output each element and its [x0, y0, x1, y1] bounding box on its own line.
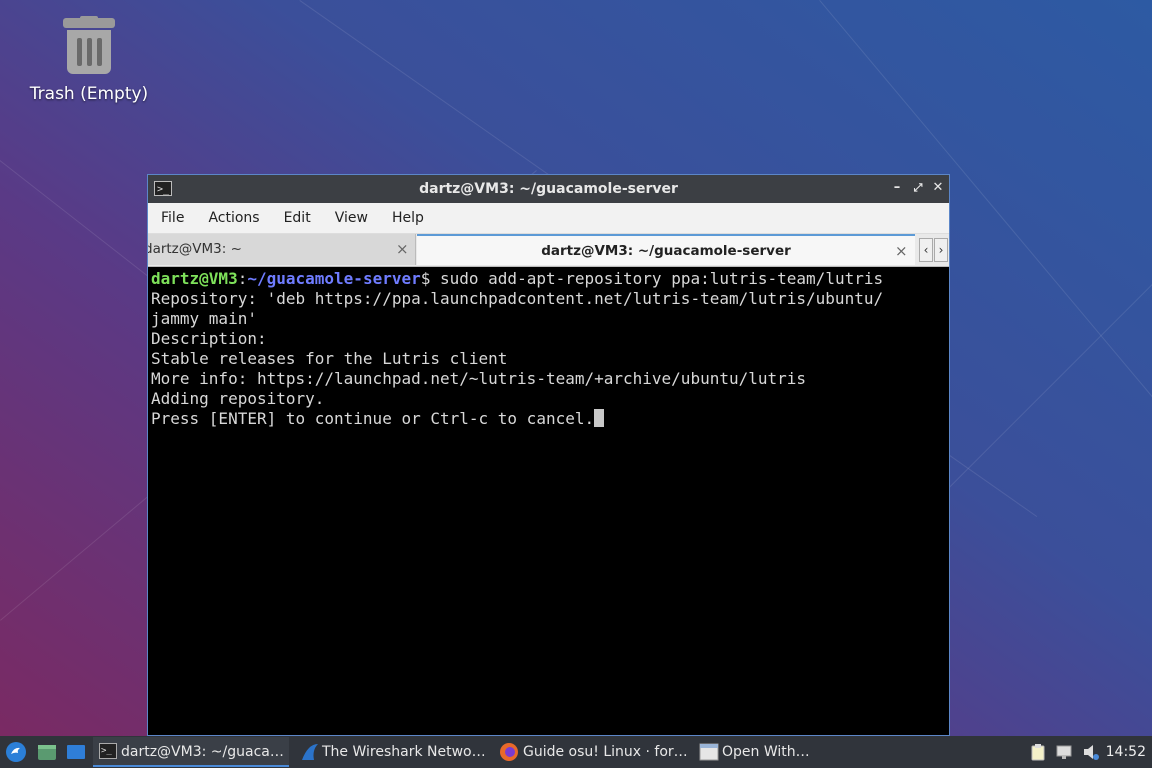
window-icon: [699, 743, 719, 761]
tab-bar: dartz@VM3: ~ × dartz@VM3: ~/guacamole-se…: [148, 234, 949, 267]
output-line: jammy main': [151, 309, 257, 328]
trash-label: Trash (Empty): [29, 84, 149, 104]
taskbar-task-terminal[interactable]: >_ dartz@VM3: ~/guaca…: [93, 737, 289, 767]
task-label: Guide osu! Linux · for…: [523, 744, 688, 760]
minimize-icon[interactable]: –: [889, 180, 905, 196]
tab-guacamole-server[interactable]: dartz@VM3: ~/guacamole-server ×: [417, 234, 915, 265]
taskbar-task-firefox[interactable]: Guide osu! Linux · for…: [496, 737, 692, 767]
command-text: sudo add-apt-repository ppa:lutris-team/…: [440, 269, 884, 288]
output-line: Description:: [151, 329, 267, 348]
close-icon[interactable]: ✕: [930, 180, 946, 196]
tab-scroll-right-icon[interactable]: ›: [934, 238, 948, 262]
prompt-path: ~/guacamole-server: [247, 269, 421, 288]
terminal-cursor: [594, 409, 605, 427]
app-menu-icon[interactable]: [5, 741, 27, 763]
tab-close-icon[interactable]: ×: [895, 236, 908, 266]
output-line: Press [ENTER] to continue or Ctrl-c to c…: [151, 409, 595, 428]
menubar: File Actions Edit View Help: [148, 203, 949, 234]
task-label: The Wireshark Netwo…: [322, 744, 486, 760]
desktop-trash[interactable]: Trash (Empty): [28, 16, 150, 104]
network-icon[interactable]: [1055, 743, 1073, 761]
clipboard-icon[interactable]: [1029, 743, 1047, 761]
clock[interactable]: 14:52: [1106, 736, 1146, 768]
window-title: dartz@VM3: ~/guacamole-server: [419, 181, 678, 197]
window-titlebar[interactable]: >_ dartz@VM3: ~/guacamole-server – ⤢ ✕: [148, 175, 949, 203]
firefox-icon: [500, 743, 518, 761]
tab-label: dartz@VM3: ~/guacamole-server: [541, 243, 791, 259]
terminal-window: >_ dartz@VM3: ~/guacamole-server – ⤢ ✕ F…: [147, 174, 950, 736]
file-manager-icon[interactable]: [36, 741, 58, 763]
maximize-icon[interactable]: ⤢: [910, 180, 926, 196]
terminal-icon: >_: [99, 743, 117, 759]
output-line: Adding repository.: [151, 389, 325, 408]
wireshark-icon: [302, 744, 318, 760]
taskbar: >_ dartz@VM3: ~/guaca… The Wireshark Net…: [0, 736, 1152, 768]
prompt-dollar: $: [420, 269, 440, 288]
tab-label: dartz@VM3: ~: [148, 241, 242, 257]
tab-scroll-left-icon[interactable]: ‹: [919, 238, 933, 262]
taskbar-task-wireshark[interactable]: The Wireshark Netwo…: [296, 737, 492, 767]
task-label: dartz@VM3: ~/guaca…: [121, 744, 284, 760]
show-desktop-icon[interactable]: [65, 741, 87, 763]
task-label: Open With…: [722, 744, 810, 760]
output-line: Repository: 'deb https://ppa.launchpadco…: [151, 289, 884, 308]
prompt-user: dartz@VM3: [151, 269, 238, 288]
menu-help[interactable]: Help: [381, 203, 435, 233]
menu-edit[interactable]: Edit: [273, 203, 322, 233]
output-line: More info: https://launchpad.net/~lutris…: [151, 369, 807, 388]
menu-file[interactable]: File: [150, 203, 195, 233]
menu-view[interactable]: View: [324, 203, 379, 233]
taskbar-task-open-with[interactable]: Open With…: [696, 737, 892, 767]
tab-close-icon[interactable]: ×: [396, 234, 409, 264]
trash-icon: [61, 16, 117, 78]
volume-icon[interactable]: [1082, 743, 1100, 761]
terminal-output[interactable]: dartz@VM3:~/guacamole-server$ sudo add-a…: [151, 269, 946, 734]
tab-home[interactable]: dartz@VM3: ~ ×: [148, 234, 416, 265]
menu-actions[interactable]: Actions: [197, 203, 270, 233]
output-line: Stable releases for the Lutris client: [151, 349, 508, 368]
prompt-separator: :: [237, 269, 248, 288]
